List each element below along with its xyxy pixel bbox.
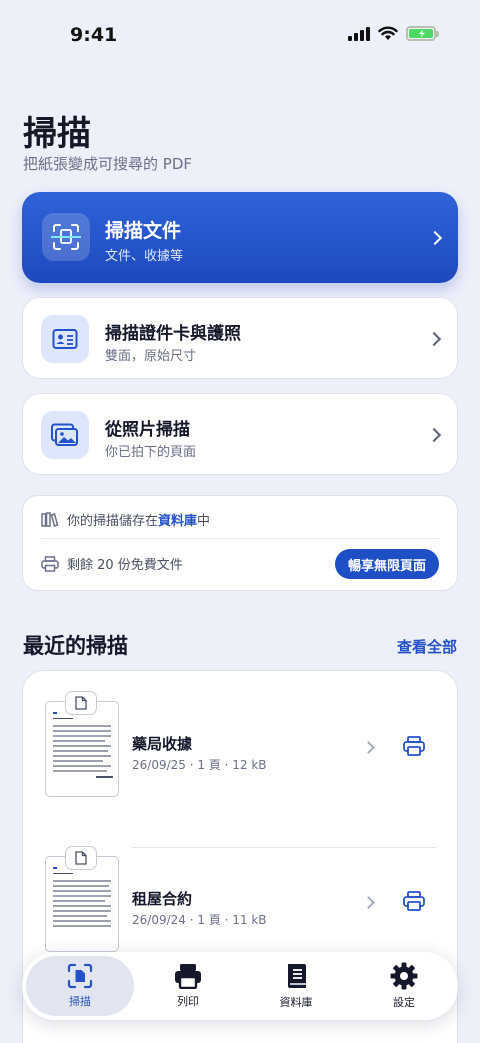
tab-label: 設定 (393, 996, 415, 1009)
status-bar: 9:41 (0, 0, 480, 70)
print-button[interactable] (403, 891, 425, 915)
wifi-icon (378, 26, 398, 40)
card-title: 從照片掃描 (105, 420, 190, 440)
recent-scans-title: 最近的掃描 (23, 634, 128, 658)
card-title: 掃描文件 (105, 220, 182, 242)
id-card-icon (41, 315, 89, 363)
library-icon (41, 511, 59, 527)
scan-document-icon (42, 213, 90, 261)
library-icon (288, 964, 306, 988)
document-name: 藥局收據 (132, 735, 193, 753)
scan-id-card-button[interactable]: 掃描證件卡與護照 雙面，原始尺寸 (22, 297, 458, 379)
chevron-right-icon (427, 230, 443, 246)
printer-icon (403, 891, 425, 911)
list-item[interactable]: 藥局收據 26/09/25 · 1 頁 · 12 kB (23, 691, 459, 848)
photo-gallery-icon (41, 411, 89, 459)
card-subtitle: 你已拍下的頁面 (105, 445, 197, 460)
gear-icon (390, 962, 418, 990)
card-title: 掃描證件卡與護照 (105, 324, 241, 344)
scan-from-photo-button[interactable]: 從照片掃描 你已拍下的頁面 (22, 393, 458, 475)
tab-bar: 掃描 列印 資料庫 設定 (22, 952, 458, 1020)
scan-document-button[interactable]: 掃描文件 文件、收據等 (22, 192, 458, 283)
document-name: 租屋合約 (132, 890, 193, 908)
card-subtitle: 文件、收據等 (105, 249, 184, 264)
library-link[interactable]: 資料庫 (158, 514, 197, 529)
status-icons (348, 26, 439, 41)
document-meta: 26/09/25 · 1 頁 · 12 kB (132, 758, 267, 772)
chevron-right-icon (362, 896, 375, 909)
cellular-signal-icon (348, 26, 370, 41)
battery-icon (406, 26, 439, 41)
printer-icon (403, 736, 425, 756)
print-button[interactable] (403, 736, 425, 760)
document-meta: 26/09/24 · 1 頁 · 11 kB (132, 913, 267, 927)
tab-library[interactable]: 資料庫 (242, 956, 350, 1016)
page-subtitle: 把紙張變成可搜尋的 PDF (23, 155, 192, 173)
tab-label: 列印 (177, 995, 199, 1008)
chevron-right-icon (362, 741, 375, 754)
document-thumbnail (45, 701, 119, 797)
chevron-right-icon (426, 427, 442, 443)
storage-text-suffix: 中 (197, 514, 211, 529)
tab-print[interactable]: 列印 (134, 956, 242, 1016)
view-all-link[interactable]: 查看全部 (397, 636, 457, 657)
remaining-text: 剩餘 20 份免費文件 (67, 558, 183, 573)
divider (41, 538, 439, 539)
document-badge-icon (65, 846, 97, 870)
unlimited-pages-button[interactable]: 暢享無限頁面 (334, 549, 439, 579)
storage-text: 你的掃描儲存在 (67, 514, 159, 529)
printer-icon (175, 964, 201, 989)
scan-tab-icon (67, 963, 93, 989)
remaining-row: 剩餘 20 份免費文件 (41, 554, 183, 573)
document-badge-icon (65, 691, 97, 715)
printer-icon (41, 555, 59, 572)
chevron-right-icon (426, 331, 442, 347)
tab-scan[interactable]: 掃描 (26, 956, 134, 1016)
card-subtitle: 雙面，原始尺寸 (105, 349, 197, 364)
page-title: 掃描 (23, 114, 91, 154)
document-thumbnail (45, 856, 119, 952)
tab-settings[interactable]: 設定 (350, 956, 458, 1016)
storage-info-row: 你的掃描儲存在資料庫中 (41, 510, 210, 529)
storage-info-card: 你的掃描儲存在資料庫中 剩餘 20 份免費文件 暢享無限頁面 (22, 495, 458, 591)
status-time: 9:41 (70, 24, 118, 46)
tab-label: 掃描 (69, 995, 91, 1008)
tab-label: 資料庫 (279, 996, 313, 1009)
